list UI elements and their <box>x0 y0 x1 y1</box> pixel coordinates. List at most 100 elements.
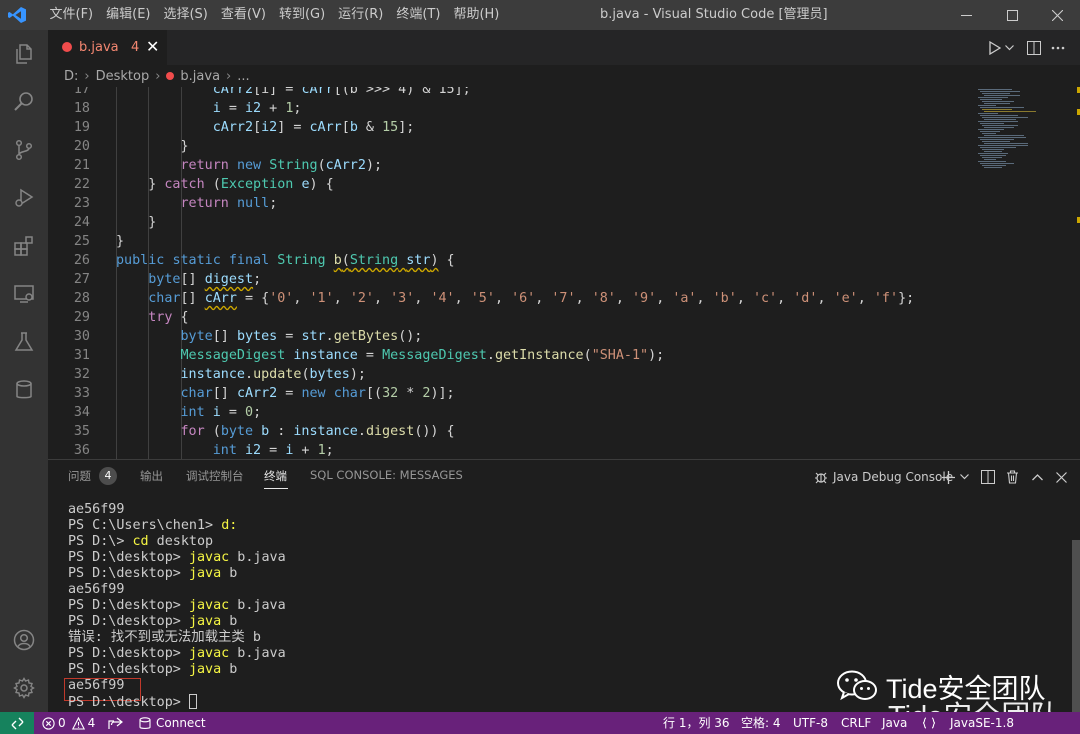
new-terminal-button[interactable] <box>942 468 955 486</box>
kill-terminal-button[interactable] <box>1006 468 1019 486</box>
terminal-prompt: PS D:\desktop> <box>68 662 189 677</box>
editor-scrollbar[interactable] <box>1070 87 1080 459</box>
run-button[interactable] <box>985 37 1005 59</box>
testing-button[interactable] <box>0 318 48 366</box>
terminal-line: ae56f99 <box>68 502 124 518</box>
close-panel-button[interactable] <box>1056 468 1067 486</box>
maximize-panel-button[interactable] <box>1032 468 1043 486</box>
menu-view[interactable]: 查看(V) <box>214 0 272 30</box>
remote-indicator[interactable] <box>0 712 34 734</box>
braces-icon <box>922 717 936 729</box>
language-mode[interactable]: Java <box>882 712 907 734</box>
minimize-button[interactable] <box>943 0 989 30</box>
debug-icon <box>815 472 827 484</box>
remote-explorer-icon <box>14 285 34 303</box>
source-control-button[interactable] <box>0 126 48 174</box>
split-terminal-button[interactable] <box>981 468 995 486</box>
menu-terminal[interactable]: 终端(T) <box>390 0 447 30</box>
code-line: 19 cArr2[i2] = cArr[b & 15]; <box>48 118 968 137</box>
remote-explorer-button[interactable] <box>0 270 48 318</box>
more-actions-button[interactable] <box>1047 37 1069 59</box>
breadcrumb-file[interactable]: b.java <box>180 69 220 84</box>
minimap[interactable] <box>972 87 1070 459</box>
terminal-dropdown-button[interactable] <box>960 468 969 486</box>
minimap-line <box>978 121 1018 122</box>
split-editor-button[interactable] <box>1023 37 1045 59</box>
close-window-button[interactable] <box>1034 0 1080 30</box>
explorer-icon <box>16 44 32 64</box>
minimap-line <box>982 101 1014 102</box>
indentation[interactable]: 空格: 4 <box>741 712 781 734</box>
editor-tab-bar: b.java 4 ✕ <box>48 30 1080 65</box>
menu-edit[interactable]: 编辑(E) <box>100 0 157 30</box>
java-version[interactable]: JavaSE-1.8 <box>922 712 1014 734</box>
database-button[interactable] <box>0 366 48 414</box>
minimap-line <box>984 135 1024 136</box>
menu-help[interactable]: 帮助(H) <box>447 0 506 30</box>
line-number: 36 <box>73 443 90 458</box>
menu-run[interactable]: 运行(R) <box>332 0 390 30</box>
line-number: 32 <box>73 367 90 382</box>
cursor-position[interactable]: 行 1，列 36 <box>663 712 730 734</box>
terminal-prompt: ae56f99 <box>68 502 125 517</box>
terminal-selector[interactable]: Java Debug Console <box>813 468 953 486</box>
close-icon[interactable]: ✕ <box>146 37 159 56</box>
tab-output[interactable]: 输出 <box>140 468 163 484</box>
breadcrumb-more[interactable]: ... <box>237 69 249 84</box>
breadcrumb-drive[interactable]: D: <box>64 69 78 84</box>
tab-debug-console[interactable]: 调试控制台 <box>186 468 244 484</box>
terminal-cursor <box>188 694 197 709</box>
run-debug-icon <box>15 188 34 207</box>
problems-status[interactable]: 0 4 <box>42 712 95 734</box>
chevron-up-icon <box>1032 473 1043 480</box>
run-menu-button[interactable] <box>1003 37 1015 59</box>
menu-file[interactable]: 文件(F) <box>43 0 100 30</box>
extensions-button[interactable] <box>0 222 48 270</box>
minimap-line <box>980 155 1006 156</box>
encoding[interactable]: UTF-8 <box>793 712 828 734</box>
terminal-command: javac <box>188 646 230 661</box>
terminal-line: PS D:\desktop> javac b.java <box>68 598 286 614</box>
code-editor[interactable]: 17 cArr2[i] = cArr[(b >>> 4) & 15]; 18 i … <box>48 87 1080 459</box>
menu-go[interactable]: 转到(G) <box>272 0 331 30</box>
tab-problems[interactable]: 问题 <box>68 468 91 484</box>
live-share-button[interactable] <box>108 712 123 734</box>
minimap-line <box>982 133 996 134</box>
account-icon <box>13 629 35 651</box>
panel-tab-bar: 问题 4 输出 调试控制台 终端 SQL CONSOLE: MESSAGES J… <box>48 460 1080 494</box>
run-debug-button[interactable] <box>0 174 48 222</box>
terminal-prompt: 错误: 找不到或无法加载主类 b <box>68 630 261 645</box>
terminal-line: PS C:\Users\chen1> d: <box>68 518 237 534</box>
terminal-line: PS D:\desktop> javac b.java <box>68 550 286 566</box>
warning-icon <box>71 716 85 730</box>
tab-b-java[interactable]: b.java 4 ✕ <box>48 30 167 65</box>
manage-button[interactable] <box>0 664 48 712</box>
code-text: byte[] bytes = str.getBytes(); <box>180 329 423 344</box>
line-number: 19 <box>73 120 90 135</box>
code-text: return new String(cArr2); <box>180 158 383 173</box>
terminal-line: PS D:\desktop> <box>68 694 197 710</box>
database-connect-button[interactable]: Connect <box>139 712 206 734</box>
terminal-scrollbar[interactable] <box>1072 540 1080 712</box>
minimap-line <box>984 167 1002 168</box>
search-button[interactable] <box>0 78 48 126</box>
breadcrumb-folder[interactable]: Desktop <box>96 69 150 84</box>
line-number: 35 <box>73 424 90 439</box>
tab-terminal[interactable]: 终端 <box>264 468 287 484</box>
account-button[interactable] <box>0 616 48 664</box>
testing-icon <box>14 332 34 351</box>
terminal-prompt: ae56f99 <box>68 582 125 597</box>
terminal-line: PS D:\> cd desktop <box>68 534 213 550</box>
java-version-label: JavaSE-1.8 <box>950 716 1014 730</box>
tab-sql-console[interactable]: SQL CONSOLE: MESSAGES <box>310 468 463 482</box>
maximize-button[interactable] <box>989 0 1035 30</box>
code-line: 30 byte[] bytes = str.getBytes(); <box>48 327 968 346</box>
menu-selection[interactable]: 选择(S) <box>157 0 214 30</box>
chevron-right-icon: › <box>226 68 232 84</box>
line-number: 26 <box>73 253 90 268</box>
terminal-prompt: PS D:\desktop> <box>68 598 189 613</box>
minimap-line <box>984 103 1010 104</box>
explorer-button[interactable] <box>0 30 48 78</box>
end-of-line[interactable]: CRLF <box>841 712 871 734</box>
error-icon <box>42 716 55 730</box>
